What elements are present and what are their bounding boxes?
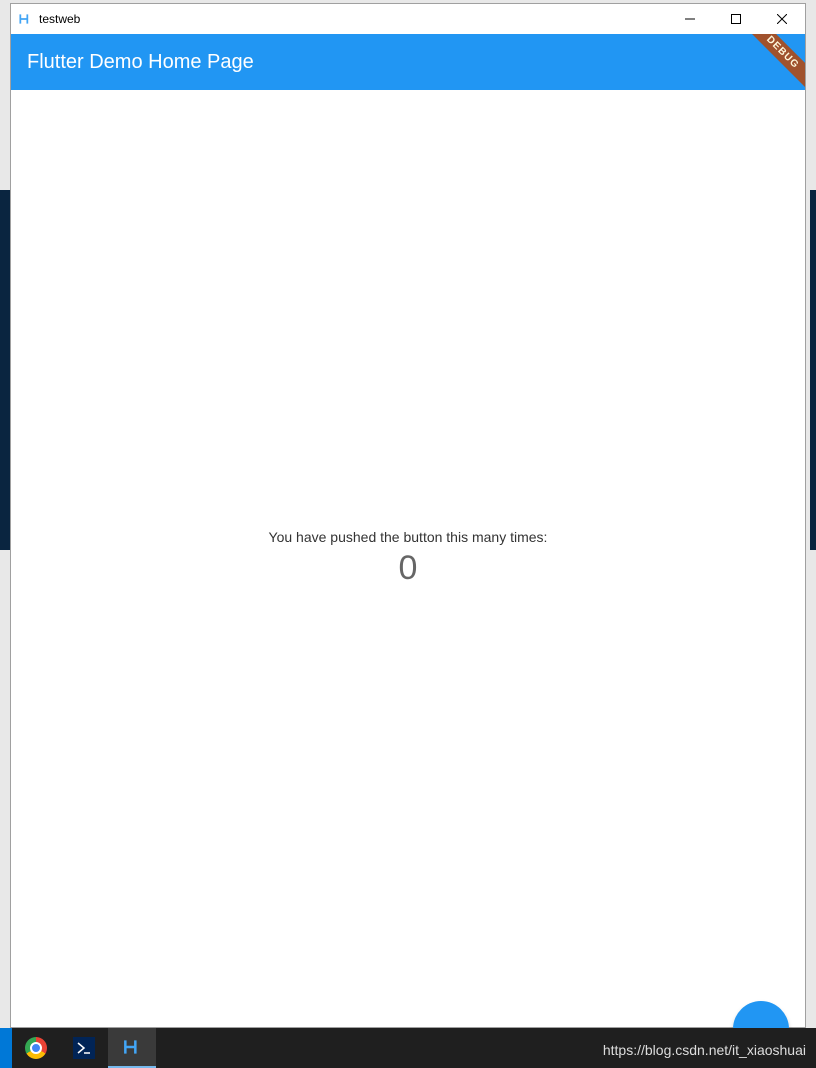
windows-taskbar[interactable]: https://blog.csdn.net/it_xiaoshuai — [0, 1028, 816, 1068]
window-title: testweb — [39, 12, 667, 26]
debug-banner: DEBUG — [736, 34, 805, 90]
app-body: You have pushed the button this many tim… — [11, 90, 805, 1027]
background-fragment-right — [810, 190, 816, 550]
app-bar: Flutter Demo Home Page DEBUG — [11, 34, 805, 90]
flutter-h-icon — [18, 12, 32, 26]
window-titlebar[interactable]: testweb — [11, 4, 805, 34]
watermark-text: https://blog.csdn.net/it_xiaoshuai — [603, 1042, 806, 1058]
powershell-icon — [73, 1037, 95, 1059]
minimize-icon — [685, 14, 695, 24]
flutter-h-icon — [122, 1037, 142, 1057]
window-controls — [667, 4, 805, 34]
start-button-edge[interactable] — [0, 1028, 12, 1068]
counter-message: You have pushed the button this many tim… — [269, 529, 548, 545]
maximize-button[interactable] — [713, 4, 759, 34]
maximize-icon — [731, 14, 741, 24]
chrome-icon — [25, 1037, 47, 1059]
background-fragment-left — [0, 190, 10, 550]
close-button[interactable] — [759, 4, 805, 34]
counter-value: 0 — [399, 549, 418, 588]
close-icon — [777, 14, 787, 24]
application-window: testweb Flutter Demo Home Page DE — [10, 3, 806, 1028]
taskbar-testweb-app[interactable] — [108, 1028, 156, 1068]
minimize-button[interactable] — [667, 4, 713, 34]
taskbar-chrome[interactable] — [12, 1028, 60, 1068]
taskbar-powershell[interactable] — [60, 1028, 108, 1068]
page-title: Flutter Demo Home Page — [27, 51, 254, 74]
app-icon — [17, 11, 33, 27]
